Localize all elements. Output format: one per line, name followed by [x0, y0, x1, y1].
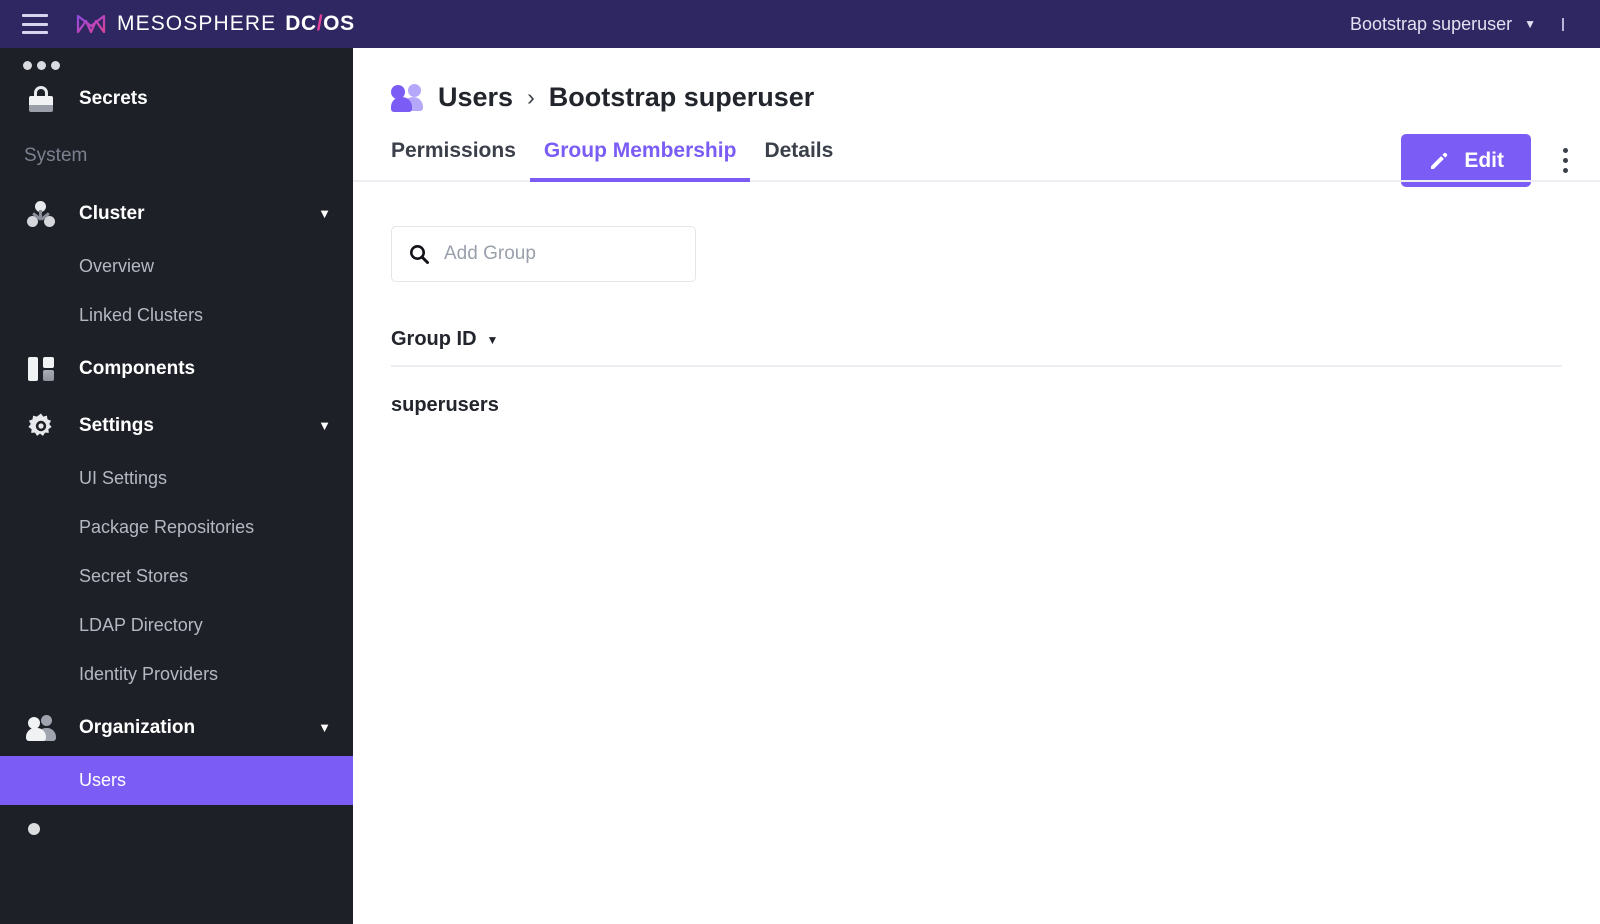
table-header-row: Group ID ▼ — [391, 328, 1562, 367]
cell-group-id: superusers — [391, 394, 499, 416]
sidebar-item-components[interactable]: Components — [0, 340, 353, 397]
sidebar-item-settings[interactable]: Settings ▼ — [0, 397, 353, 454]
sidebar-item-cluster[interactable]: Cluster ▼ — [0, 185, 353, 242]
ellipsis-icon — [22, 54, 60, 70]
app-body: Secrets System Cluster ▼ Overview Linked… — [0, 48, 1600, 924]
sidebar-section-system: System — [24, 145, 88, 166]
sidebar-item-secrets-label: Secrets — [79, 87, 148, 109]
table-row[interactable]: superusers — [391, 367, 1562, 417]
sidebar-item-secret-stores[interactable]: Secret Stores — [0, 552, 353, 601]
sidebar-item-next-clipped[interactable] — [0, 805, 353, 862]
column-header-group-id[interactable]: Group ID ▼ — [391, 328, 498, 351]
sidebar-item-ui-settings[interactable]: UI Settings — [0, 454, 353, 503]
sidebar-item-users[interactable]: Users — [0, 756, 353, 805]
topbar-divider — [1562, 17, 1564, 31]
dcos-app-window: MESOSPHERE DC/OS Bootstrap superuser ▼ S… — [0, 0, 1600, 924]
group-membership-table: Group ID ▼ superusers — [391, 328, 1562, 417]
lock-icon — [24, 84, 58, 114]
breadcrumb: Users › Bootstrap superuser — [391, 48, 1574, 113]
sidebar-item-components-label: Components — [79, 357, 196, 379]
sidebar-item-organization-label: Organization — [79, 716, 196, 738]
group-icon — [24, 819, 58, 849]
chevron-down-icon: ▼ — [318, 418, 331, 433]
tab-content-group-membership: Group ID ▼ superusers — [353, 182, 1600, 417]
sidebar-item-organization[interactable]: Organization ▼ — [0, 699, 353, 756]
chevron-down-icon: ▼ — [318, 720, 331, 735]
sidebar-item-linked-clusters[interactable]: Linked Clusters — [0, 291, 353, 340]
gear-icon — [24, 411, 58, 441]
search-icon — [408, 243, 430, 265]
users-icon — [391, 83, 423, 112]
tab-details[interactable]: Details — [750, 139, 847, 180]
sidebar-item-overview[interactable]: Overview — [0, 242, 353, 291]
page-header: Users › Bootstrap superuser — [353, 48, 1600, 113]
main-content-area: Users › Bootstrap superuser Edit Permiss… — [353, 48, 1600, 924]
sidebar-item-settings-label: Settings — [79, 414, 154, 436]
sidebar-item-ldap-directory[interactable]: LDAP Directory — [0, 601, 353, 650]
brand-company: MESOSPHERE — [117, 12, 277, 35]
sidebar-item-secrets[interactable]: Secrets — [0, 70, 353, 127]
sidebar-item-clipped[interactable] — [0, 48, 353, 70]
breadcrumb-parent-link[interactable]: Users — [438, 82, 513, 113]
tab-permissions[interactable]: Permissions — [391, 139, 530, 180]
top-header-bar: MESOSPHERE DC/OS Bootstrap superuser ▼ — [0, 0, 1600, 48]
sidebar-item-package-repositories[interactable]: Package Repositories — [0, 503, 353, 552]
topbar-right-group: Bootstrap superuser ▼ — [1350, 14, 1582, 35]
brand-product: DC/OS — [285, 12, 355, 35]
chevron-down-icon: ▼ — [318, 206, 331, 221]
tab-group-membership[interactable]: Group Membership — [529, 139, 751, 182]
mesosphere-mark-icon — [76, 14, 106, 34]
brand-text: MESOSPHERE DC/OS — [117, 12, 355, 36]
breadcrumb-separator: › — [527, 84, 535, 110]
sidebar-item-cluster-label: Cluster — [79, 202, 145, 224]
user-name-label: Bootstrap superuser — [1350, 13, 1513, 34]
user-account-menu[interactable]: Bootstrap superuser ▼ — [1350, 14, 1536, 35]
breadcrumb-current: Bootstrap superuser — [548, 82, 815, 112]
left-sidebar-navigation: Secrets System Cluster ▼ Overview Linked… — [0, 48, 353, 924]
chevron-down-icon: ▼ — [1524, 17, 1536, 31]
add-group-input[interactable] — [444, 243, 689, 265]
people-icon — [24, 713, 58, 743]
page-title: Users › Bootstrap superuser — [438, 82, 814, 113]
sidebar-item-identity-providers[interactable]: Identity Providers — [0, 650, 353, 699]
tab-bar: Permissions Group Membership Details — [353, 139, 1600, 182]
gear-icon-svg — [28, 413, 52, 436]
add-group-search-box[interactable] — [391, 226, 696, 282]
cluster-nodes-icon — [24, 199, 58, 229]
brand-logo[interactable]: MESOSPHERE DC/OS — [76, 12, 355, 36]
column-header-group-id-label: Group ID — [391, 328, 477, 350]
components-panel-icon — [24, 354, 58, 384]
sort-descending-icon: ▼ — [486, 332, 499, 347]
hamburger-menu-icon[interactable] — [22, 14, 48, 34]
